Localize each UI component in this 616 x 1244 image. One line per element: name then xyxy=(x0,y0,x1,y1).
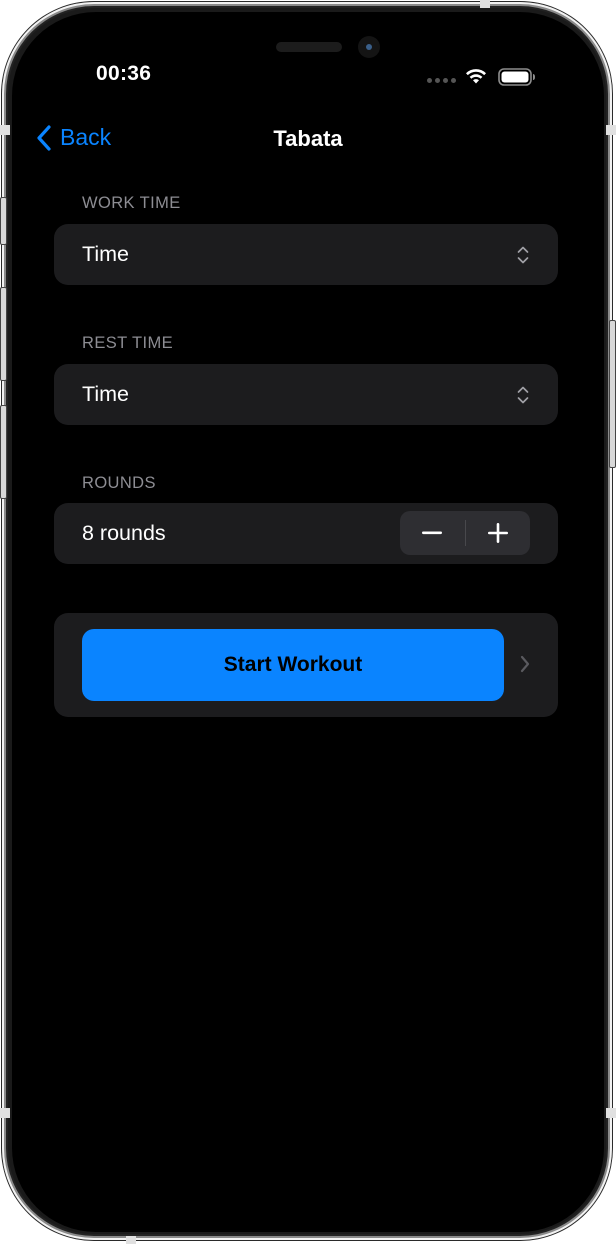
rest-time-picker[interactable]: Time xyxy=(54,364,558,425)
screen: 00:36 Back Tabata WORK TIME Time REST TI… xyxy=(12,12,604,1232)
front-camera xyxy=(358,36,380,58)
battery-icon xyxy=(498,68,535,86)
chevron-up-down-icon xyxy=(517,386,529,403)
chevron-right-icon xyxy=(520,655,530,673)
work-time-picker[interactable]: Time xyxy=(54,224,558,285)
antenna-band xyxy=(606,125,616,135)
antenna-band xyxy=(606,1108,616,1118)
start-workout-row: Start Workout xyxy=(54,613,558,717)
rounds-row: 8 rounds xyxy=(54,503,558,564)
wifi-icon xyxy=(466,69,486,84)
chevron-up-down-icon xyxy=(517,246,529,263)
rounds-stepper xyxy=(400,511,530,555)
volume-down-button xyxy=(0,405,7,499)
rounds-value: 8 rounds xyxy=(82,521,166,545)
work-time-value: Time xyxy=(82,242,129,266)
cellular-dots-icon xyxy=(427,78,456,83)
mute-switch xyxy=(0,197,7,245)
work-time-label: WORK TIME xyxy=(82,194,181,212)
antenna-band xyxy=(480,0,490,8)
rest-time-label: REST TIME xyxy=(82,334,174,352)
antenna-band xyxy=(0,1108,10,1118)
rounds-label: ROUNDS xyxy=(82,474,156,492)
volume-up-button xyxy=(0,287,7,381)
decrement-button[interactable] xyxy=(400,511,465,555)
increment-button[interactable] xyxy=(466,511,531,555)
plus-icon xyxy=(487,523,508,543)
status-time: 00:36 xyxy=(96,62,152,85)
power-button xyxy=(609,320,616,468)
minus-icon xyxy=(422,531,443,535)
antenna-band xyxy=(126,1236,136,1244)
antenna-band xyxy=(0,125,10,135)
page-title: Tabata xyxy=(273,126,343,151)
start-workout-button[interactable]: Start Workout xyxy=(82,629,504,701)
earpiece-speaker xyxy=(276,42,342,52)
rest-time-value: Time xyxy=(82,382,129,406)
